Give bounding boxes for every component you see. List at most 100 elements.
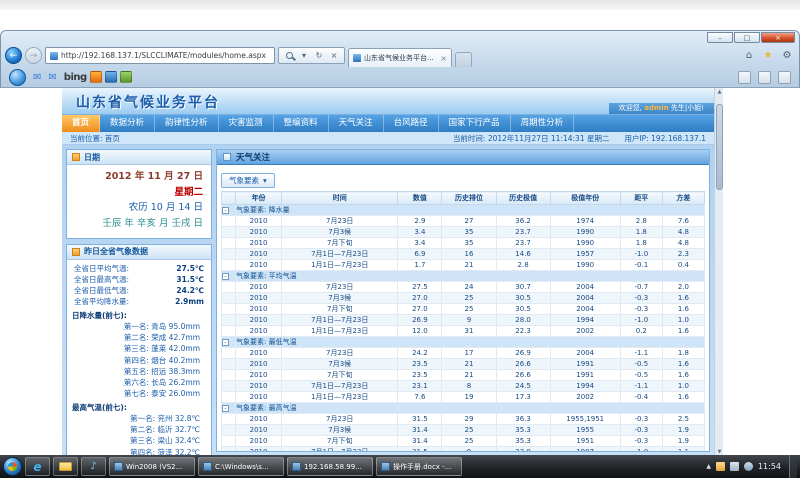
- search-dropdown-icon[interactable]: ▾: [297, 49, 311, 62]
- cell: 23.5: [398, 359, 442, 370]
- taskbar-button-3[interactable]: 192.168.58.99...: [287, 457, 373, 476]
- nav-item-4[interactable]: 灾害监测: [219, 115, 274, 132]
- section-row[interactable]: - 气象要素: 最高气温: [222, 403, 705, 414]
- home-icon[interactable]: ⌂: [741, 48, 757, 64]
- element-filter-button[interactable]: 气象要素 ▾: [221, 173, 275, 188]
- show-desktop-button[interactable]: [789, 455, 797, 478]
- forward-button[interactable]: →: [25, 47, 42, 64]
- cell: 2.0: [662, 282, 704, 293]
- section-row[interactable]: - 气象要素: 降水量: [222, 205, 705, 216]
- cell: 2004: [550, 304, 620, 315]
- refresh-icon[interactable]: ↻: [312, 49, 326, 62]
- close-button[interactable]: ×: [761, 32, 795, 43]
- nav-item-6[interactable]: 天气关注: [329, 115, 384, 132]
- yesterday-panel-header: 昨日全省气象数据: [67, 245, 211, 260]
- cell: 1.0: [662, 315, 704, 326]
- toolbar-tool-icon-1[interactable]: [738, 71, 751, 84]
- scroll-up-icon[interactable]: ▲: [715, 88, 724, 97]
- taskbar-button-1[interactable]: Win2008 (VS2...: [109, 457, 195, 476]
- tools-gear-icon[interactable]: ⚙: [779, 48, 795, 64]
- back-button[interactable]: ←: [5, 47, 22, 64]
- section-collapse-cell[interactable]: -: [222, 337, 236, 348]
- collapse-icon[interactable]: -: [222, 273, 229, 280]
- climate-platform-page: 山东省气候业务平台 欢迎您, admin 先生|小姐! 首页数据分析韵律性分析灾…: [62, 88, 714, 457]
- mail-icon[interactable]: ✉: [33, 72, 41, 83]
- nav-item-1[interactable]: 首页: [62, 115, 100, 132]
- section-collapse-cell[interactable]: -: [222, 271, 236, 282]
- explorer-folder-icon: [59, 462, 72, 471]
- toolbar-tool-icon-3[interactable]: [778, 71, 791, 84]
- cell: 2010: [236, 238, 282, 249]
- toolbar-app-icon-2[interactable]: [120, 71, 132, 83]
- cell: 31.5: [398, 447, 442, 453]
- nav-item-3[interactable]: 韵律性分析: [155, 115, 219, 132]
- page-scrollbar[interactable]: ▲ ▼: [714, 88, 723, 457]
- mail-icon-2[interactable]: ✉: [48, 72, 56, 83]
- nav-item-2[interactable]: 数据分析: [100, 115, 155, 132]
- tab-close-icon[interactable]: ×: [440, 54, 447, 63]
- pinned-explorer-folder-icon[interactable]: [53, 457, 78, 476]
- favorites-icon[interactable]: ★: [760, 48, 776, 64]
- pinned-media-player-icon[interactable]: ♪: [81, 457, 106, 476]
- cell: 27.5: [398, 282, 442, 293]
- taskbar-button-4[interactable]: 操作手册.docx -...: [376, 457, 462, 476]
- bing-logo[interactable]: bing: [64, 72, 87, 83]
- taskbar-button-2[interactable]: C:\Windows\s...: [198, 457, 284, 476]
- pinned-internet-explorer-icon[interactable]: e: [25, 457, 50, 476]
- tray-expand-icon[interactable]: ▲: [706, 463, 711, 470]
- cell: 1月1日—7月23日: [282, 392, 398, 403]
- chevron-down-icon: ▾: [263, 176, 267, 185]
- network-icon[interactable]: [730, 462, 739, 471]
- cell: 1957: [550, 249, 620, 260]
- cell: 30.7: [496, 282, 550, 293]
- cell: 33.0: [496, 447, 550, 453]
- section-collapse-cell[interactable]: -: [222, 403, 236, 414]
- toolbar-tool-icon-2[interactable]: [758, 71, 771, 84]
- section-row[interactable]: - 气象要素: 平均气温: [222, 271, 705, 282]
- cell: 4.8: [662, 227, 704, 238]
- nav-item-5[interactable]: 整编资料: [274, 115, 329, 132]
- bing-search-icon[interactable]: [90, 71, 102, 83]
- cell: -0.3: [620, 293, 662, 304]
- address-bar[interactable]: http://192.168.137.1/SLCCLIMATE/modules/…: [45, 47, 275, 64]
- table-row: 20107月下旬3.43523.719901.84.8: [222, 238, 705, 249]
- stop-icon[interactable]: ×: [327, 49, 341, 62]
- site-logo-icon[interactable]: [9, 69, 26, 86]
- start-button[interactable]: [3, 457, 22, 476]
- collapse-icon[interactable]: -: [222, 405, 229, 412]
- volume-icon[interactable]: [744, 462, 753, 471]
- cell: 1990: [550, 227, 620, 238]
- calendar-weekday: 星期二: [75, 185, 203, 201]
- row-lead-cell: [222, 282, 236, 293]
- collapse-icon[interactable]: -: [222, 339, 229, 346]
- rank-item: 第二名: 临沂 32.7℃: [72, 424, 206, 435]
- toolbar-app-icon-1[interactable]: [105, 71, 117, 83]
- taskbar-clock[interactable]: 11:54: [758, 463, 781, 471]
- cell: 1974: [550, 216, 620, 227]
- weather-table-head: 年份时间数值历史排位历史极值极值年份距平方差: [222, 192, 705, 205]
- cell: 7月下旬: [282, 370, 398, 381]
- maximize-button[interactable]: □: [734, 32, 760, 43]
- action-center-icon[interactable]: [716, 462, 725, 471]
- search-icon[interactable]: [282, 49, 296, 62]
- stat-value: 27.5℃: [176, 263, 204, 274]
- nav-item-7[interactable]: 台风路径: [384, 115, 439, 132]
- table-row: 20101月1日—7月23日1.7212.81990-0.10.4: [222, 260, 705, 271]
- calendar-panel-header: 日期: [67, 150, 211, 165]
- browser-tab[interactable]: 山东省气候业务平台... ×: [348, 48, 452, 67]
- scrollbar-thumb[interactable]: [716, 104, 723, 190]
- minimize-button[interactable]: –: [707, 32, 733, 43]
- address-url[interactable]: http://192.168.137.1/SLCCLIMATE/modules/…: [61, 51, 266, 60]
- column-header: 历史排位: [442, 192, 496, 205]
- row-lead-cell: [222, 216, 236, 227]
- new-tab-button[interactable]: [455, 52, 472, 67]
- nav-item-9[interactable]: 周期性分析: [511, 115, 575, 132]
- cell: -0.3: [620, 414, 662, 425]
- section-collapse-cell[interactable]: -: [222, 205, 236, 216]
- cell: -1.1: [620, 348, 662, 359]
- nav-item-8[interactable]: 国家下行产品: [439, 115, 511, 132]
- rank-item: 第一名: 青岛 95.0mm: [72, 321, 206, 332]
- cell: 2.8: [620, 216, 662, 227]
- section-row[interactable]: - 气象要素: 最低气温: [222, 337, 705, 348]
- collapse-icon[interactable]: -: [222, 207, 229, 214]
